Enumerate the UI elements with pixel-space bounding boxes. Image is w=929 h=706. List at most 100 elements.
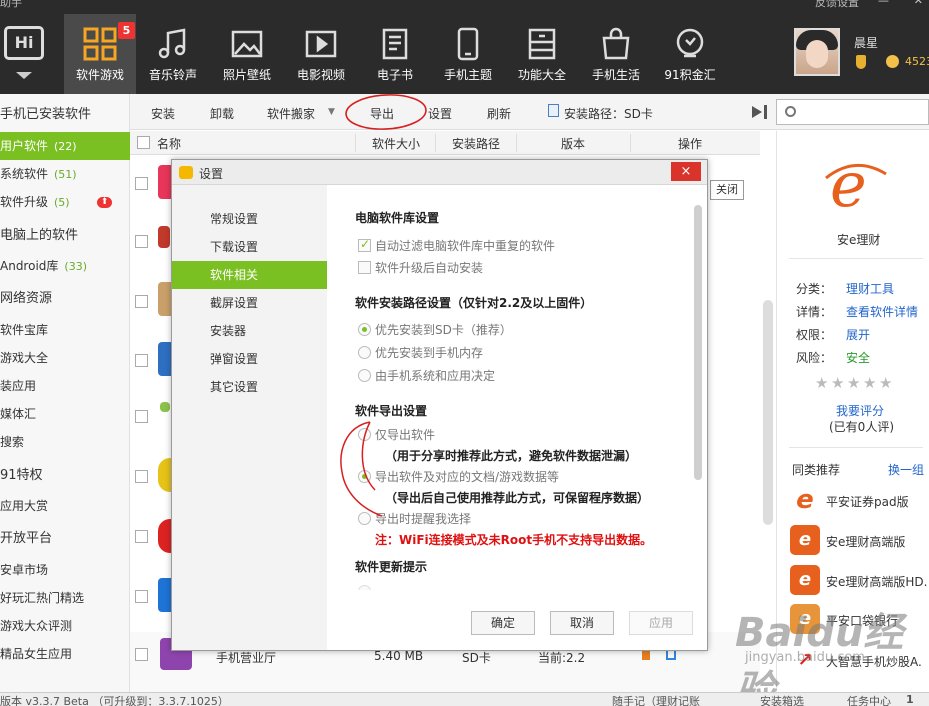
- row-checkbox[interactable]: [135, 354, 148, 367]
- nav-life[interactable]: 手机生活: [580, 14, 652, 94]
- nav-themes[interactable]: 手机主题: [432, 14, 504, 94]
- recommend-app-name[interactable]: 平安证券pad版: [826, 493, 909, 510]
- rating-star-icon[interactable]: ★: [847, 376, 861, 391]
- row-checkbox[interactable]: [135, 235, 148, 248]
- apply-button[interactable]: 应用: [629, 611, 693, 635]
- close-window-icon[interactable]: ✕: [914, 0, 923, 6]
- status-notes-link[interactable]: 随手记（理财记账: [612, 693, 700, 706]
- filter-duplicates-label[interactable]: 自动过滤电脑软件库中重复的软件: [375, 237, 555, 254]
- row-checkbox[interactable]: [135, 295, 148, 308]
- auto-install-checkbox[interactable]: [358, 261, 371, 274]
- path-memory-label[interactable]: 优先安装到手机内存: [375, 344, 483, 361]
- sidebar-item-app-awards[interactable]: 应用大赏: [0, 492, 130, 520]
- rating-star-icon[interactable]: ★: [831, 376, 845, 391]
- swap-group-link[interactable]: 换一组: [888, 461, 924, 478]
- task-center-link[interactable]: 任务中心: [847, 693, 891, 706]
- nav-photos[interactable]: 照片壁纸: [211, 14, 283, 94]
- dialog-tab-general[interactable]: 常规设置: [172, 205, 327, 233]
- detail-category-value[interactable]: 理财工具: [846, 280, 894, 297]
- sidebar-item-girl-apps[interactable]: 精品女生应用: [0, 640, 130, 668]
- recommend-app-name[interactable]: 安e理财高端版HD.: [826, 573, 927, 590]
- rating-star-icon[interactable]: ★: [815, 376, 829, 391]
- nav-points[interactable]: 91积金汇: [654, 14, 726, 94]
- sidebar-section-network[interactable]: 网络资源: [0, 285, 130, 313]
- rate-link[interactable]: 我要评分: [836, 402, 884, 419]
- search-input[interactable]: [776, 99, 929, 125]
- sidebar-item-hot-picks[interactable]: 好玩汇热门精选: [0, 584, 130, 612]
- path-sd-label[interactable]: 优先安装到SD卡（推荐）: [375, 321, 512, 338]
- column-size[interactable]: 软件大小: [372, 135, 420, 152]
- export-with-data-label[interactable]: 导出软件及对应的文档/游戏数据等: [375, 468, 559, 485]
- path-system-radio[interactable]: [358, 369, 371, 382]
- collapse-panel-icon[interactable]: [752, 106, 762, 118]
- path-sd-radio[interactable]: [358, 323, 371, 336]
- refresh-button[interactable]: 刷新: [487, 105, 511, 122]
- dialog-scrollbar[interactable]: [694, 205, 702, 480]
- row-checkbox[interactable]: [135, 177, 148, 190]
- row-checkbox[interactable]: [135, 530, 148, 543]
- sidebar-item-software-lib[interactable]: 软件宝库: [0, 316, 130, 344]
- sidebar-section-open-platform[interactable]: 开放平台: [0, 525, 130, 553]
- move-app-button[interactable]: 软件搬家: [267, 105, 315, 122]
- select-all-checkbox[interactable]: [137, 136, 150, 149]
- nav-ebook[interactable]: 电子书: [359, 14, 431, 94]
- dialog-tab-installer[interactable]: 安装器: [172, 317, 327, 345]
- dialog-close-button[interactable]: ×: [671, 162, 701, 181]
- nav-video[interactable]: 电影视频: [285, 14, 357, 94]
- sidebar-section-pc[interactable]: 电脑上的软件: [0, 222, 130, 250]
- install-path-selector[interactable]: 安装路径：SD卡: [564, 105, 653, 122]
- ok-button[interactable]: 确定: [471, 611, 535, 635]
- nav-music[interactable]: 音乐铃声: [137, 14, 209, 94]
- install-button[interactable]: 安装: [151, 105, 175, 122]
- row-checkbox[interactable]: [135, 470, 148, 483]
- list-scrollbar[interactable]: [763, 300, 773, 525]
- dialog-title-bar[interactable]: 设置 ×: [172, 160, 707, 185]
- auto-install-label[interactable]: 软件升级后自动安装: [375, 259, 483, 276]
- sidebar-item-apps[interactable]: 装应用: [0, 372, 130, 400]
- sidebar-item-games[interactable]: 游戏大全: [0, 344, 130, 372]
- dialog-tab-download[interactable]: 下载设置: [172, 233, 327, 261]
- user-name[interactable]: 晨星: [854, 34, 878, 51]
- detail-info-link[interactable]: 查看软件详情: [846, 303, 918, 320]
- sidebar-item-game-reviews[interactable]: 游戏大众评测: [0, 612, 130, 640]
- cancel-button[interactable]: 取消: [550, 611, 614, 635]
- rating-star-icon[interactable]: ★: [879, 376, 893, 391]
- sidebar-item-system-apps[interactable]: 系统软件 (51): [0, 160, 130, 188]
- path-memory-radio[interactable]: [358, 346, 371, 359]
- column-name[interactable]: 名称: [157, 135, 181, 152]
- row-checkbox[interactable]: [135, 410, 148, 423]
- menu-arrow-icon[interactable]: [16, 72, 32, 79]
- sidebar-section-installed[interactable]: 手机已安装软件: [0, 101, 130, 129]
- sidebar-item-android-lib[interactable]: Android库 (33): [0, 252, 130, 280]
- recommend-app-icon[interactable]: e: [790, 565, 820, 595]
- recommend-app-icon[interactable]: e: [790, 525, 820, 555]
- status-safe-filter[interactable]: 安装箱选: [760, 693, 804, 706]
- dialog-tab-screenshot[interactable]: 截屏设置: [172, 289, 327, 317]
- dialog-tab-other[interactable]: 其它设置: [172, 373, 327, 401]
- recommend-app-name[interactable]: 安e理财高端版: [826, 533, 905, 550]
- feedback-link[interactable]: 反馈: [815, 0, 837, 8]
- sidebar-item-media[interactable]: 媒体汇: [0, 400, 130, 428]
- row-checkbox[interactable]: [135, 590, 148, 603]
- sidebar-item-search[interactable]: 搜索: [0, 428, 130, 456]
- avatar[interactable]: [794, 28, 840, 76]
- rating-star-icon[interactable]: ★: [863, 376, 877, 391]
- minimize-icon[interactable]: —: [878, 0, 889, 6]
- uninstall-button[interactable]: 卸载: [210, 105, 234, 122]
- recommend-app-icon[interactable]: e: [790, 485, 820, 515]
- nav-features[interactable]: 功能大全: [506, 14, 578, 94]
- row-checkbox[interactable]: [135, 648, 148, 661]
- dialog-tab-software[interactable]: 软件相关: [172, 261, 327, 289]
- filter-duplicates-checkbox[interactable]: [358, 237, 371, 252]
- chevron-down-icon[interactable]: ▼: [328, 107, 335, 117]
- sidebar-item-user-apps[interactable]: 用户软件 (22): [0, 132, 130, 160]
- detail-permission-expand[interactable]: 展开: [846, 326, 870, 343]
- hi-logo[interactable]: Hi: [4, 26, 44, 60]
- sidebar-item-android-market[interactable]: 安卓市场: [0, 556, 130, 584]
- settings-link[interactable]: 设置: [837, 0, 859, 8]
- path-system-label[interactable]: 由手机系统和应用决定: [375, 367, 495, 384]
- column-path[interactable]: 安装路径: [452, 135, 500, 152]
- dialog-tab-popup[interactable]: 弹窗设置: [172, 345, 327, 373]
- column-version[interactable]: 版本: [561, 135, 585, 152]
- sidebar-section-privilege[interactable]: 91特权: [0, 462, 130, 490]
